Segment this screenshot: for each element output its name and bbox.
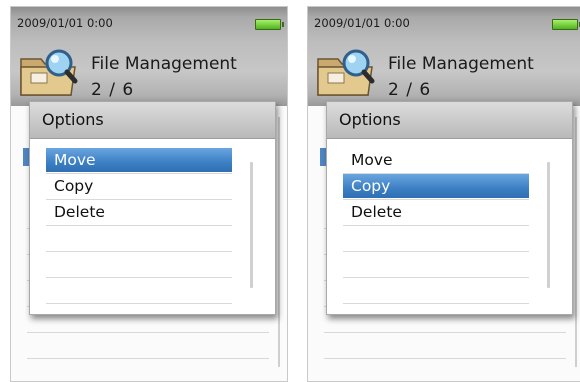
option-label: Move [54,151,96,169]
options-dialog: Options Move Copy Delete [29,101,276,315]
options-dialog: Options Move Copy Delete [326,101,573,315]
option-label: Copy [351,177,391,195]
battery-icon [552,19,580,30]
page-counter: 2 / 6 [91,80,135,100]
device-screen-left: 2009/01/01 0:00 File Management 2 / 6 Op… [10,6,288,382]
options-dialog-title: Options [339,110,401,129]
option-divider [343,251,529,252]
file-list-scrollbar[interactable] [575,117,577,367]
option-divider [46,277,232,278]
options-dialog-title: Options [42,110,104,129]
options-dialog-header: Options [30,102,275,139]
option-divider [46,225,232,226]
list-divider [27,358,269,359]
option-move[interactable]: Move [343,148,529,172]
options-scrollbar[interactable] [547,162,550,288]
option-divider [46,303,232,304]
page-counter: 2 / 6 [388,80,432,100]
option-divider [46,251,232,252]
option-copy[interactable]: Copy [46,174,232,198]
list-divider [324,358,566,359]
options-dialog-header: Options [327,102,572,139]
app-title: File Management [388,54,534,74]
option-label: Delete [54,203,105,221]
list-divider [27,332,269,333]
device-screen-right: 2009/01/01 0:00 File Management 2 / 6 Op… [307,6,580,382]
status-time: 2009/01/01 0:00 [314,16,410,30]
app-title: File Management [91,54,237,74]
option-move[interactable]: Move [46,148,232,172]
option-copy[interactable]: Copy [343,174,529,198]
option-delete[interactable]: Delete [46,200,232,224]
option-divider [343,277,529,278]
option-label: Copy [54,177,94,195]
options-scrollbar[interactable] [250,162,253,288]
file-list-scrollbar[interactable] [278,117,280,367]
option-label: Move [351,151,393,169]
status-header: 2009/01/01 0:00 File Management 2 / 6 [11,7,287,106]
folder-search-icon [20,49,78,96]
option-delete[interactable]: Delete [343,200,529,224]
battery-icon [255,19,284,30]
folder-search-icon [317,49,375,96]
status-header: 2009/01/01 0:00 File Management 2 / 6 [308,7,580,106]
option-divider [343,225,529,226]
status-time: 2009/01/01 0:00 [17,16,113,30]
option-divider [343,303,529,304]
option-label: Delete [351,203,402,221]
list-divider [324,332,566,333]
